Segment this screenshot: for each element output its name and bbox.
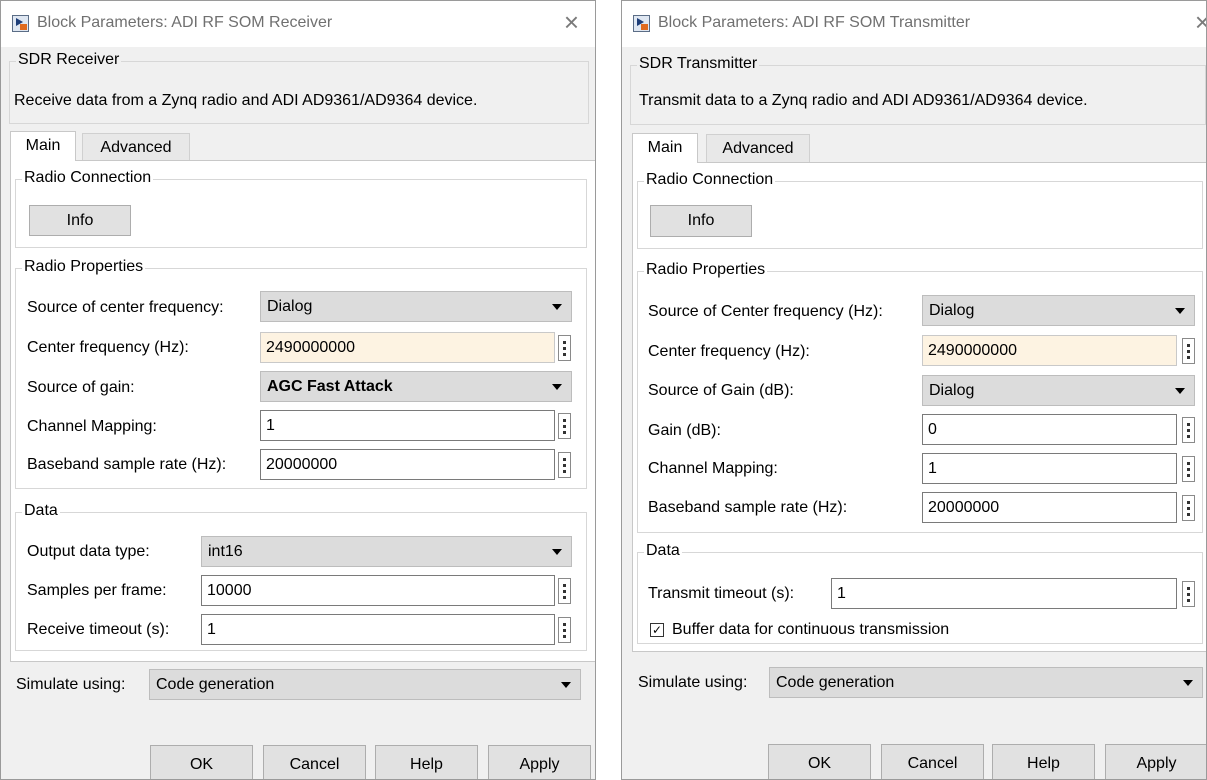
center-frequency-input[interactable]: 2490000000 bbox=[260, 332, 555, 363]
more-options-icon[interactable] bbox=[558, 578, 571, 604]
source-of-gain-dropdown[interactable]: AGC Fast Attack bbox=[260, 371, 572, 402]
close-icon[interactable]: × bbox=[564, 9, 579, 35]
tab-main[interactable]: Main bbox=[632, 133, 698, 163]
dropdown-value: Code generation bbox=[156, 676, 275, 693]
dropdown-arrow-icon bbox=[1175, 388, 1185, 394]
group-title: SDR Transmitter bbox=[637, 55, 760, 73]
apply-button[interactable]: Apply bbox=[488, 745, 591, 779]
baseband-sample-rate-input[interactable]: 20000000 bbox=[922, 492, 1177, 523]
dropdown-value: Dialog bbox=[929, 302, 975, 319]
more-options-icon[interactable] bbox=[1182, 417, 1195, 443]
ok-button[interactable]: OK bbox=[150, 745, 253, 779]
more-options-icon[interactable] bbox=[1182, 338, 1195, 364]
tab-advanced[interactable]: Advanced bbox=[706, 134, 810, 164]
receiver-dialog: Block Parameters: ADI RF SOM Receiver × … bbox=[0, 0, 596, 780]
source-center-frequency-label: Source of Center frequency (Hz): bbox=[648, 303, 883, 320]
transmitter-title-bar[interactable]: Block Parameters: ADI RF SOM Transmitter… bbox=[622, 1, 1206, 47]
dropdown-arrow-icon bbox=[552, 549, 562, 555]
channel-mapping-label: Channel Mapping: bbox=[648, 460, 778, 477]
simulate-using-dropdown[interactable]: Code generation bbox=[149, 669, 581, 700]
baseband-sample-rate-input[interactable]: 20000000 bbox=[260, 449, 555, 480]
close-icon[interactable]: × bbox=[1195, 9, 1206, 35]
info-button[interactable]: Info bbox=[650, 205, 752, 237]
cancel-button[interactable]: Cancel bbox=[881, 744, 984, 779]
source-of-gain-dropdown[interactable]: Dialog bbox=[922, 375, 1195, 406]
group-title: Data bbox=[644, 542, 682, 560]
block-description: Transmit data to a Zynq radio and ADI AD… bbox=[639, 92, 1088, 109]
simulate-using-label: Simulate using: bbox=[638, 674, 748, 691]
dropdown-arrow-icon bbox=[552, 304, 562, 310]
transmit-timeout-input[interactable]: 1 bbox=[831, 578, 1177, 609]
channel-mapping-input[interactable]: 1 bbox=[260, 410, 555, 441]
dropdown-arrow-icon bbox=[1183, 680, 1193, 686]
tab-advanced[interactable]: Advanced bbox=[82, 133, 190, 163]
window-title: Block Parameters: ADI RF SOM Transmitter bbox=[658, 14, 971, 31]
simulate-using-label: Simulate using: bbox=[16, 676, 126, 693]
more-options-icon[interactable] bbox=[1182, 581, 1195, 607]
output-data-type-dropdown[interactable]: int16 bbox=[201, 536, 572, 567]
channel-mapping-label: Channel Mapping: bbox=[27, 418, 157, 435]
gain-input[interactable]: 0 bbox=[922, 414, 1177, 445]
center-frequency-label: Center frequency (Hz): bbox=[648, 343, 810, 360]
dropdown-value: AGC Fast Attack bbox=[267, 378, 393, 395]
dropdown-value: int16 bbox=[208, 543, 243, 560]
dropdown-arrow-icon bbox=[1175, 308, 1185, 314]
simulink-block-icon bbox=[633, 15, 650, 32]
tab-main[interactable]: Main bbox=[10, 131, 76, 161]
cancel-button[interactable]: Cancel bbox=[263, 745, 366, 779]
receive-timeout-input[interactable]: 1 bbox=[201, 614, 555, 645]
more-options-icon[interactable] bbox=[558, 452, 571, 478]
center-frequency-input[interactable]: 2490000000 bbox=[922, 335, 1177, 366]
group-title: Radio Properties bbox=[644, 261, 768, 279]
group-title: Radio Connection bbox=[644, 171, 776, 189]
checkmark-icon: ✓ bbox=[651, 623, 663, 637]
group-title: Data bbox=[22, 502, 60, 520]
samples-per-frame-label: Samples per frame: bbox=[27, 582, 167, 599]
dropdown-arrow-icon bbox=[552, 384, 562, 390]
simulate-using-dropdown[interactable]: Code generation bbox=[769, 667, 1203, 698]
block-description: Receive data from a Zynq radio and ADI A… bbox=[14, 92, 478, 109]
dropdown-value: Code generation bbox=[776, 674, 895, 691]
gain-label: Gain (dB): bbox=[648, 422, 721, 439]
ok-button[interactable]: OK bbox=[768, 744, 871, 779]
channel-mapping-input[interactable]: 1 bbox=[922, 453, 1177, 484]
main-tab-panel: Radio Connection Info Radio Properties S… bbox=[10, 160, 595, 662]
source-center-frequency-dropdown[interactable]: Dialog bbox=[260, 291, 572, 322]
dropdown-value: Dialog bbox=[929, 382, 975, 399]
help-button[interactable]: Help bbox=[992, 744, 1095, 779]
dropdown-arrow-icon bbox=[561, 682, 571, 688]
group-title: Radio Connection bbox=[22, 169, 154, 187]
group-title: SDR Receiver bbox=[16, 51, 122, 69]
source-of-gain-label: Source of Gain (dB): bbox=[648, 382, 794, 399]
receiver-title-bar[interactable]: Block Parameters: ADI RF SOM Receiver × bbox=[1, 1, 595, 47]
more-options-icon[interactable] bbox=[558, 413, 571, 439]
samples-per-frame-input[interactable]: 10000 bbox=[201, 575, 555, 606]
more-options-icon[interactable] bbox=[558, 335, 571, 361]
apply-button[interactable]: Apply bbox=[1105, 744, 1206, 779]
group-title: Radio Properties bbox=[22, 258, 146, 276]
baseband-sample-rate-label: Baseband sample rate (Hz): bbox=[648, 499, 848, 516]
dropdown-value: Dialog bbox=[267, 298, 313, 315]
more-options-icon[interactable] bbox=[1182, 456, 1195, 482]
info-button[interactable]: Info bbox=[29, 205, 131, 236]
more-options-icon[interactable] bbox=[558, 617, 571, 643]
center-frequency-label: Center frequency (Hz): bbox=[27, 339, 189, 356]
output-data-type-label: Output data type: bbox=[27, 543, 150, 560]
baseband-sample-rate-label: Baseband sample rate (Hz): bbox=[27, 456, 227, 473]
help-button[interactable]: Help bbox=[375, 745, 478, 779]
more-options-icon[interactable] bbox=[1182, 495, 1195, 521]
buffer-data-checkbox[interactable]: ✓ bbox=[650, 623, 664, 637]
receive-timeout-label: Receive timeout (s): bbox=[27, 621, 170, 638]
transmit-timeout-label: Transmit timeout (s): bbox=[648, 585, 795, 602]
source-center-frequency-label: Source of center frequency: bbox=[27, 299, 224, 316]
buffer-data-label: Buffer data for continuous transmission bbox=[672, 621, 950, 638]
simulink-block-icon bbox=[12, 15, 29, 32]
transmitter-dialog: Block Parameters: ADI RF SOM Transmitter… bbox=[621, 0, 1207, 780]
source-of-gain-label: Source of gain: bbox=[27, 379, 135, 396]
window-title: Block Parameters: ADI RF SOM Receiver bbox=[37, 14, 333, 31]
main-tab-panel: Radio Connection Info Radio Properties S… bbox=[632, 162, 1206, 652]
source-center-frequency-dropdown[interactable]: Dialog bbox=[922, 295, 1195, 326]
